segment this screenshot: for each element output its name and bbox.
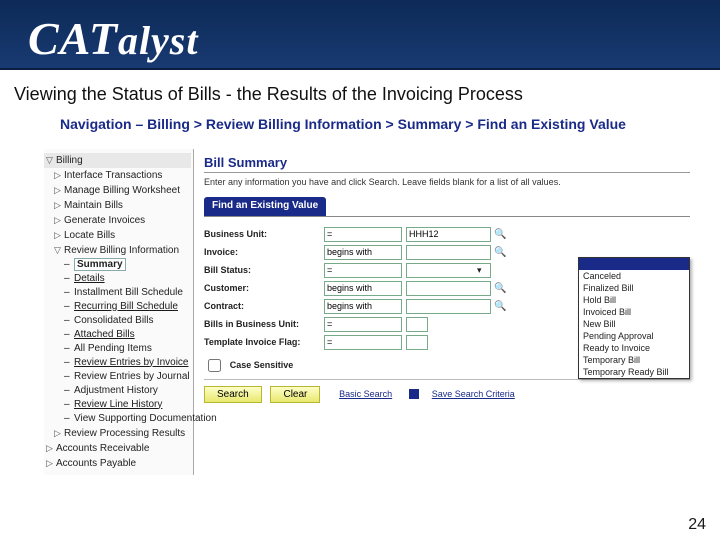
brand-a: CAT xyxy=(28,13,118,64)
save-icon xyxy=(409,389,419,399)
dropdown-option[interactable]: Pending Approval xyxy=(579,330,689,342)
field-label: Bill Status: xyxy=(204,265,324,275)
tree-subitem[interactable]: –Summary xyxy=(44,258,191,272)
tree-item[interactable]: ▷Review Processing Results xyxy=(44,426,191,441)
twist-icon: ▷ xyxy=(54,199,64,211)
panel-hint: Enter any information you have and click… xyxy=(204,177,690,187)
breadcrumb: Navigation – Billing > Review Billing In… xyxy=(60,115,680,135)
twist-icon: ▷ xyxy=(46,457,56,469)
tree-top[interactable]: ▽Billing xyxy=(44,153,191,168)
basic-search-link[interactable]: Basic Search xyxy=(339,389,392,399)
tree-item[interactable]: ▷Maintain Bills xyxy=(44,198,191,213)
page-title: Viewing the Status of Bills - the Result… xyxy=(14,84,712,105)
field-label: Contract: xyxy=(204,301,324,311)
search-panel: Bill Summary Enter any information you h… xyxy=(194,149,696,475)
case-sensitive-label: Case Sensitive xyxy=(230,360,294,370)
twist-icon: ▷ xyxy=(54,229,64,241)
field-label: Customer: xyxy=(204,283,324,293)
dropdown-option[interactable]: Hold Bill xyxy=(579,294,689,306)
dropdown-option[interactable]: New Bill xyxy=(579,318,689,330)
dropdown-option[interactable]: Invoiced Bill xyxy=(579,306,689,318)
nav-tree: ▽Billing ▷Interface Transactions▷Manage … xyxy=(44,149,194,475)
brand-logo: CATalyst xyxy=(0,0,720,65)
twist-icon: ▷ xyxy=(54,184,64,196)
action-bar: Search Clear Basic Search Save Search Cr… xyxy=(204,379,690,403)
field-label: Business Unit: xyxy=(204,229,324,239)
twist-icon: ▷ xyxy=(54,214,64,226)
operator-select[interactable] xyxy=(324,299,402,314)
field-label: Template Invoice Flag: xyxy=(204,337,324,347)
twist-icon: ▽ xyxy=(54,244,64,256)
save-criteria-link[interactable]: Save Search Criteria xyxy=(432,389,515,399)
tree-subitem[interactable]: –All Pending Items xyxy=(44,342,191,356)
tree-group[interactable]: ▽Review Billing Information xyxy=(44,243,191,258)
case-sensitive-checkbox[interactable] xyxy=(208,359,221,372)
tree-item[interactable]: ▷Locate Bills xyxy=(44,228,191,243)
tree-subitem[interactable]: –Consolidated Bills xyxy=(44,314,191,328)
tree-item[interactable]: ▷Accounts Payable xyxy=(44,456,191,471)
tree-item[interactable]: ▷Manage Billing Worksheet xyxy=(44,183,191,198)
tree-subitem[interactable]: –Review Line History xyxy=(44,398,191,412)
twist-icon: ▷ xyxy=(54,169,64,181)
tree-subitem[interactable]: –Recurring Bill Schedule xyxy=(44,300,191,314)
dropdown-option[interactable]: Temporary Ready Bill xyxy=(579,366,689,378)
bill-status-dropdown[interactable]: CanceledFinalized BillHold BillInvoiced … xyxy=(578,257,690,379)
criteria-row: Business Unit: 🔍 xyxy=(204,227,690,242)
twist-icon: ▷ xyxy=(46,442,56,454)
field-label: Bills in Business Unit: xyxy=(204,319,324,329)
tree-item[interactable]: ▷Generate Invoices xyxy=(44,213,191,228)
dropdown-option[interactable]: Temporary Bill xyxy=(579,354,689,366)
lookup-icon[interactable]: 🔍 xyxy=(494,229,505,240)
brand-b: alyst xyxy=(118,18,199,63)
operator-select[interactable] xyxy=(324,227,402,242)
field-label: Invoice: xyxy=(204,247,324,257)
tree-item[interactable]: ▷Accounts Receivable xyxy=(44,441,191,456)
page-number: 24 xyxy=(688,516,706,534)
dropdown-option[interactable] xyxy=(579,258,689,270)
dropdown-option[interactable]: Ready to Invoice xyxy=(579,342,689,354)
value-input[interactable] xyxy=(406,335,428,350)
lookup-icon[interactable]: 🔍 xyxy=(494,283,505,294)
operator-select[interactable] xyxy=(324,335,402,350)
clear-button[interactable]: Clear xyxy=(270,386,320,403)
app-header: CATalyst xyxy=(0,0,720,70)
tree-subitem[interactable]: –View Supporting Documentation xyxy=(44,412,191,426)
value-input[interactable] xyxy=(406,317,428,332)
lookup-icon[interactable]: 🔍 xyxy=(494,301,505,312)
dropdown-option[interactable]: Finalized Bill xyxy=(579,282,689,294)
tab-find-existing[interactable]: Find an Existing Value xyxy=(204,197,326,216)
tree-subitem[interactable]: –Installment Bill Schedule xyxy=(44,286,191,300)
twist-icon: ▽ xyxy=(46,154,56,166)
lookup-icon[interactable]: 🔍 xyxy=(494,247,505,258)
operator-select[interactable] xyxy=(324,245,402,260)
tree-subitem[interactable]: –Review Entries by Journal xyxy=(44,370,191,384)
tree-subitem[interactable]: –Review Entries by Invoice xyxy=(44,356,191,370)
tree-subitem[interactable]: –Adjustment History xyxy=(44,384,191,398)
operator-select[interactable] xyxy=(324,281,402,296)
twist-icon: ▷ xyxy=(54,427,64,439)
value-input[interactable] xyxy=(406,227,491,242)
panel-heading: Bill Summary xyxy=(204,155,690,173)
tree-item[interactable]: ▷Interface Transactions xyxy=(44,168,191,183)
chevron-down-icon[interactable]: ▾ xyxy=(477,265,482,276)
search-button[interactable]: Search xyxy=(204,386,262,403)
dropdown-option[interactable]: Canceled xyxy=(579,270,689,282)
operator-select[interactable] xyxy=(324,317,402,332)
operator-select[interactable] xyxy=(324,263,402,278)
value-input[interactable] xyxy=(406,245,491,260)
tree-subitem[interactable]: –Details xyxy=(44,272,191,286)
app-content: ▽Billing ▷Interface Transactions▷Manage … xyxy=(44,149,696,475)
value-input[interactable] xyxy=(406,281,491,296)
tree-subitem[interactable]: –Attached Bills xyxy=(44,328,191,342)
tab-strip: Find an Existing Value xyxy=(204,197,690,217)
value-input[interactable] xyxy=(406,299,491,314)
